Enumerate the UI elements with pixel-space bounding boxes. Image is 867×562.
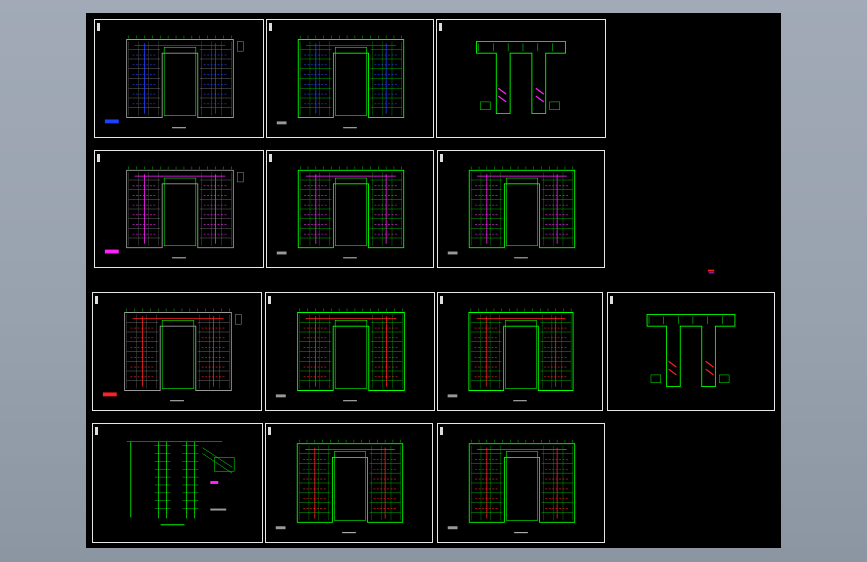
drawing-sheet[interactable] bbox=[437, 423, 605, 543]
riser-diagram-icon bbox=[126, 441, 235, 526]
drawing-sheet[interactable] bbox=[266, 19, 434, 138]
floor-plan-icon bbox=[104, 166, 244, 259]
drawing-sheet[interactable] bbox=[437, 292, 603, 411]
floor-plan-icon bbox=[276, 166, 405, 259]
floor-plan-icon bbox=[102, 308, 242, 402]
drawing-sheet[interactable] bbox=[92, 292, 262, 411]
floor-plan-icon bbox=[476, 41, 566, 115]
floor-plan-icon bbox=[276, 35, 405, 129]
drawing-workspace[interactable] bbox=[86, 13, 781, 548]
drawing-sheet[interactable] bbox=[92, 423, 263, 543]
drawing-sheet[interactable] bbox=[94, 19, 264, 138]
detail-marker-icon bbox=[707, 269, 715, 274]
drawing-sheet[interactable] bbox=[437, 150, 605, 268]
floor-plan-icon bbox=[646, 314, 736, 388]
drawing-sheet[interactable] bbox=[94, 150, 264, 268]
floor-plan-icon bbox=[104, 35, 244, 129]
floor-plan-icon bbox=[447, 439, 576, 534]
drawing-sheet[interactable] bbox=[607, 292, 775, 411]
drawing-sheet[interactable] bbox=[266, 150, 434, 268]
drawing-sheet[interactable] bbox=[436, 19, 606, 138]
floor-plan-icon bbox=[275, 308, 405, 402]
drawing-sheet[interactable] bbox=[265, 292, 435, 411]
floor-plan-icon bbox=[447, 308, 574, 402]
floor-plan-icon bbox=[275, 439, 404, 534]
floor-plan-icon bbox=[447, 166, 576, 259]
drawing-sheet[interactable] bbox=[265, 423, 433, 543]
